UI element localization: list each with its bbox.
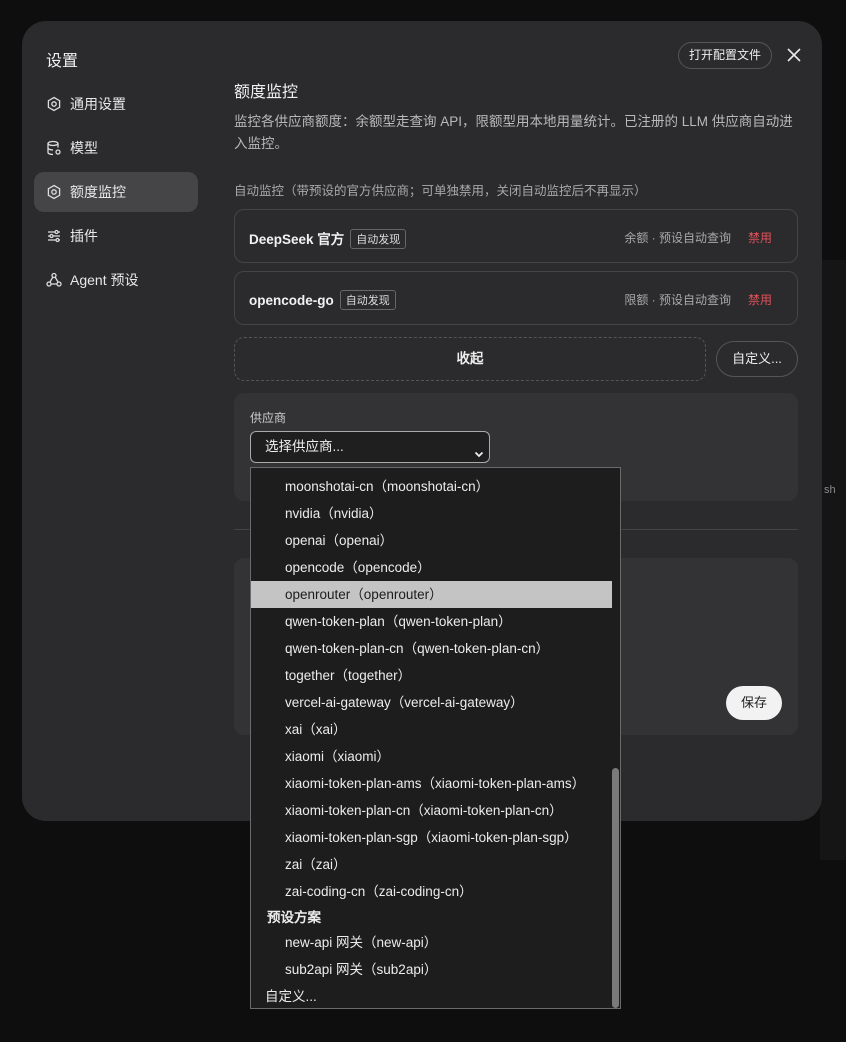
select-value: 选择供应商...	[265, 439, 344, 454]
dropdown-scrollbar[interactable]	[612, 768, 619, 1008]
auto-discover-badge: 自动发现	[350, 229, 407, 249]
sidebar-item-label: 通用设置	[70, 96, 126, 112]
custom-button[interactable]: 自定义...	[716, 341, 798, 377]
dropdown-option[interactable]: together（together）	[251, 662, 612, 689]
sidebar-item-label: 模型	[70, 140, 98, 156]
chevron-down-icon	[473, 441, 485, 458]
dropdown-option-custom[interactable]: 自定义...	[251, 983, 612, 1008]
sidebar-item-plugins[interactable]: 插件	[34, 216, 198, 256]
dropdown-option[interactable]: qwen-token-plan-cn（qwen-token-plan-cn）	[251, 635, 612, 662]
background-edge-text: sh	[824, 484, 836, 496]
disable-button[interactable]: 禁用	[748, 229, 772, 246]
dropdown-option[interactable]: moonshotai-cn（moonshotai-cn）	[251, 473, 612, 500]
auto-monitor-label: 自动监控（带预设的官方供应商；可单独禁用，关闭自动监控后不再显示）	[234, 184, 647, 198]
disable-button[interactable]: 禁用	[748, 291, 772, 308]
dropdown-option[interactable]: xai（xai）	[251, 716, 612, 743]
sidebar-item-models[interactable]: 模型	[34, 128, 198, 168]
dropdown-option[interactable]: xiaomi-token-plan-cn（xiaomi-token-plan-c…	[251, 797, 612, 824]
sidebar-item-label: Agent 预设	[70, 272, 139, 288]
provider-meta: 余额 · 预设自动查询	[624, 231, 731, 245]
database-icon	[46, 140, 62, 156]
gear-icon	[46, 96, 62, 112]
sidebar-item-label: 额度监控	[70, 184, 126, 200]
dropdown-option[interactable]: xiaomi（xiaomi）	[251, 743, 612, 770]
provider-card: DeepSeek 官方 自动发现 余额 · 预设自动查询 禁用	[234, 209, 798, 263]
dropdown-option[interactable]: nvidia（nvidia）	[251, 500, 612, 527]
agent-icon	[46, 272, 62, 288]
dropdown-option[interactable]: new-api 网关（new-api）	[251, 929, 612, 956]
settings-sidebar: 设置 通用设置 模型 额度监控 插件 Agent 预设	[22, 21, 222, 821]
dropdown-option[interactable]: sub2api 网关（sub2api）	[251, 956, 612, 983]
dropdown-option[interactable]: opencode（opencode）	[251, 554, 612, 581]
dropdown-option[interactable]: xiaomi-token-plan-ams（xiaomi-token-plan-…	[251, 770, 612, 797]
dropdown-option[interactable]: zai-coding-cn（zai-coding-cn）	[251, 878, 612, 905]
provider-name: opencode-go	[249, 293, 334, 308]
provider-select[interactable]: 选择供应商...	[250, 431, 490, 463]
auto-discover-badge: 自动发现	[339, 290, 396, 310]
dropdown-option[interactable]: xiaomi-token-plan-sgp（xiaomi-token-plan-…	[251, 824, 612, 851]
sidebar-item-general[interactable]: 通用设置	[34, 84, 198, 124]
dialog-title: 设置	[46, 53, 79, 70]
sidebar-item-agent-presets[interactable]: Agent 预设	[34, 260, 198, 300]
dropdown-option-highlighted[interactable]: openrouter（openrouter）	[251, 581, 612, 608]
section-title: 额度监控	[234, 84, 299, 101]
gear-icon	[46, 184, 62, 200]
sidebar-item-label: 插件	[70, 228, 98, 244]
save-button[interactable]: 保存	[726, 686, 782, 720]
collapse-button[interactable]: 收起	[234, 337, 706, 381]
dropdown-option[interactable]: vercel-ai-gateway（vercel-ai-gateway）	[251, 689, 612, 716]
dropdown-option[interactable]: openai（openai）	[251, 527, 612, 554]
sidebar-item-quota-monitor[interactable]: 额度监控	[34, 172, 198, 212]
dropdown-option[interactable]: zai（zai）	[251, 851, 612, 878]
dropdown-option[interactable]: qwen-token-plan（qwen-token-plan）	[251, 608, 612, 635]
provider-dropdown-list[interactable]: moonshotai-cn（moonshotai-cn） nvidia（nvid…	[250, 467, 621, 1009]
dropdown-group-label: 预设方案	[267, 910, 321, 925]
background-window: sh	[820, 260, 846, 860]
provider-label: 供应商	[250, 411, 287, 425]
provider-meta: 限额 · 预设自动查询	[624, 293, 731, 307]
provider-card: opencode-go 自动发现 限额 · 预设自动查询 禁用	[234, 271, 798, 325]
sliders-icon	[46, 228, 62, 244]
section-description: 监控各供应商额度：余额型走查询 API，限额型用本地用量统计。已注册的 LLM …	[234, 114, 793, 151]
provider-name: DeepSeek 官方	[249, 232, 345, 247]
